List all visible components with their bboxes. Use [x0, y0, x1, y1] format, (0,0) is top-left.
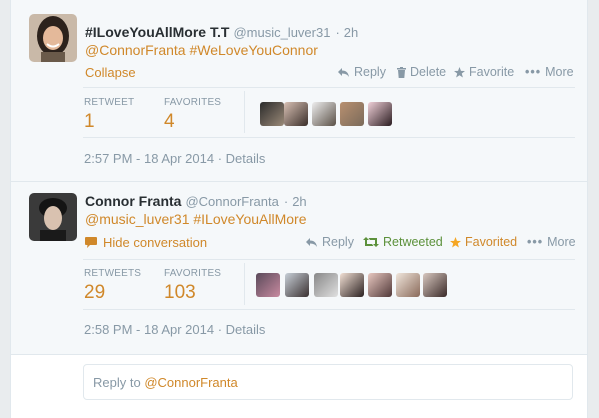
more-label: More [547, 235, 576, 249]
more-button[interactable]: ••• More [527, 235, 576, 249]
reply-prefix: Reply to [93, 375, 145, 390]
speech-bubble-icon [85, 237, 97, 248]
user-avatar-thumb[interactable] [368, 273, 392, 297]
user-avatar-thumb[interactable] [423, 273, 447, 297]
display-name-text[interactable]: Connor Franta [85, 193, 181, 209]
stats-separator [244, 91, 245, 133]
tweet-2[interactable]: Connor Franta @ConnorFranta · 2h @music_luv… [11, 182, 587, 355]
handle[interactable]: @ConnorFranta [185, 194, 278, 209]
avatar[interactable] [29, 14, 77, 62]
timeline-column: #ILoveYouAllMore T.T @music_luver31 · 2h @C… [10, 0, 588, 418]
display-name-text[interactable]: #ILoveYouAllMore T.T [85, 24, 229, 40]
tweet-text: @music_luver31 #ILoveYouAllMore [85, 211, 307, 227]
timestamp-age[interactable]: 2h [292, 194, 306, 209]
reply-label: Reply [354, 65, 386, 79]
user-avatar-thumb[interactable] [368, 102, 392, 126]
user-avatar-thumb[interactable] [396, 273, 420, 297]
retweeted-button[interactable]: Retweeted [363, 235, 443, 249]
tweet-1[interactable]: #ILoveYouAllMore T.T @music_luver31 · 2h @C… [11, 0, 587, 182]
user-avatar-thumb[interactable] [256, 273, 280, 297]
user-avatar-thumb[interactable] [285, 273, 309, 297]
retweet-icon [363, 237, 379, 247]
reply-button[interactable]: Reply [305, 235, 354, 249]
retweeted-label: Retweeted [383, 235, 443, 249]
trash-icon [397, 66, 406, 78]
favorited-button[interactable]: Favorited [450, 235, 517, 249]
favorite-button[interactable]: Favorite [454, 65, 514, 79]
retweets-stat-label: RETWEETS [84, 268, 142, 279]
more-button[interactable]: ••• More [525, 65, 574, 79]
ellipsis-icon: ••• [527, 235, 544, 249]
star-icon [450, 236, 461, 248]
favorites-stat-label: FAVORITES [164, 97, 222, 108]
dot-separator: · [283, 194, 289, 209]
user-avatar-thumb[interactable] [312, 102, 336, 126]
user-avatar-thumb[interactable] [340, 273, 364, 297]
more-label: More [545, 65, 574, 79]
user-avatar-thumb[interactable] [284, 102, 308, 126]
reply-icon [305, 237, 318, 248]
tweet-text: @ConnorFranta #WeLoveYouConnor [85, 42, 318, 58]
dot-separator: · [335, 25, 340, 40]
display-name[interactable]: #ILoveYouAllMore T.T @music_luver31 · 2h [85, 24, 358, 40]
divider [83, 87, 575, 88]
delete-label: Delete [410, 65, 447, 79]
divider [83, 137, 575, 138]
user-avatar-thumb[interactable] [340, 102, 364, 126]
details-link[interactable]: Details [226, 322, 266, 337]
handle[interactable]: @music_luver31 [233, 25, 330, 40]
favorites-count[interactable]: 4 [164, 111, 175, 133]
reply-mention: @ConnorFranta [144, 375, 238, 390]
datetime-text: 2:57 PM - 18 Apr 2014 [84, 151, 215, 166]
tweet-datetime: 2:58 PM - 18 Apr 2014 · Details [84, 322, 266, 337]
divider [83, 259, 575, 260]
favorite-label: Favorite [469, 65, 515, 79]
stats-separator [244, 263, 245, 305]
display-name[interactable]: Connor Franta @ConnorFranta · 2h [85, 193, 307, 209]
reply-button[interactable]: Reply [337, 65, 386, 79]
retweets-count[interactable]: 29 [84, 282, 105, 304]
hide-conversation-label: Hide conversation [103, 235, 208, 250]
favorites-stat-label: FAVORITES [164, 268, 222, 279]
user-avatar-thumb[interactable] [314, 273, 338, 297]
reply-placeholder: Reply to @ConnorFranta [93, 375, 238, 390]
retweet-count[interactable]: 1 [84, 111, 95, 133]
reply-icon [337, 67, 350, 78]
reply-label: Reply [322, 235, 354, 249]
retweet-stat-label: RETWEET [84, 97, 135, 108]
favorites-count[interactable]: 103 [164, 282, 196, 304]
timestamp-age[interactable]: 2h [344, 25, 358, 40]
datetime-text: 2:58 PM - 18 Apr 2014 [84, 322, 215, 337]
star-icon [454, 66, 465, 78]
ellipsis-icon: ••• [525, 65, 542, 79]
tweet-datetime: 2:57 PM - 18 Apr 2014 · Details [84, 151, 266, 166]
collapse-link[interactable]: Collapse [85, 65, 136, 80]
reply-input[interactable]: Reply to @ConnorFranta [83, 364, 573, 400]
delete-button[interactable]: Delete [397, 65, 446, 79]
hide-conversation-link[interactable]: Hide conversation [85, 235, 207, 250]
user-avatar-thumb[interactable] [260, 102, 284, 126]
divider [83, 309, 575, 310]
avatar[interactable] [29, 193, 77, 241]
favorited-label: Favorited [465, 235, 518, 249]
details-link[interactable]: Details [226, 151, 266, 166]
